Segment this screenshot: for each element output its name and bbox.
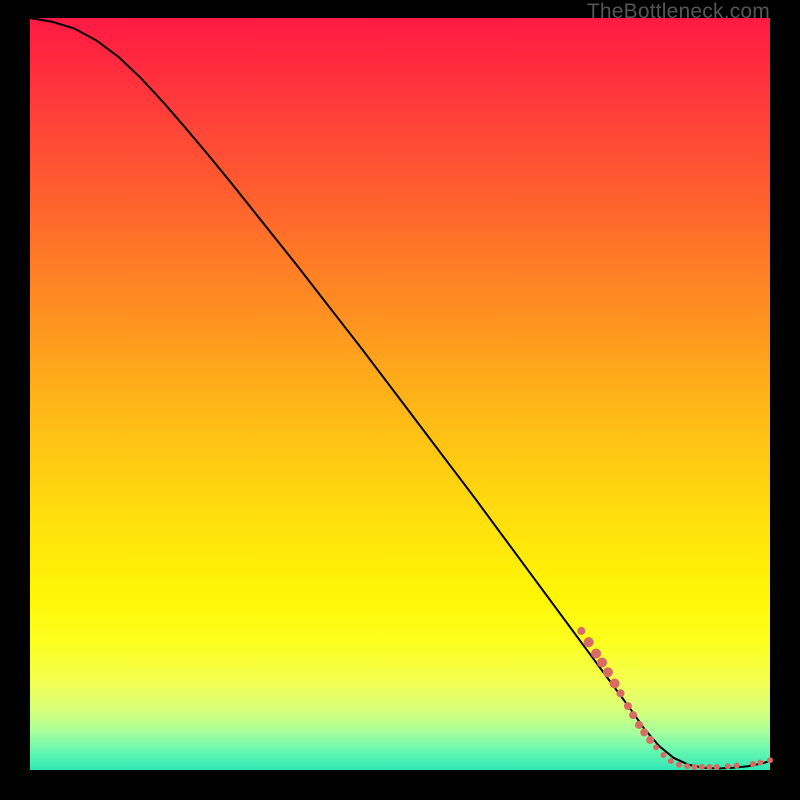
- data-dots-group: [577, 627, 773, 770]
- data-dot: [617, 689, 625, 697]
- chart-overlay: [30, 18, 770, 770]
- data-dot: [577, 627, 585, 635]
- data-dot: [584, 637, 594, 647]
- data-dot: [603, 667, 613, 677]
- data-dot: [706, 764, 712, 770]
- data-dot: [725, 763, 731, 769]
- data-dot: [591, 648, 601, 658]
- data-dot: [692, 764, 698, 770]
- data-dot: [597, 657, 607, 667]
- data-dot: [653, 744, 659, 750]
- data-dot: [629, 711, 637, 719]
- data-dot: [757, 759, 763, 765]
- data-dot: [676, 762, 682, 768]
- bottleneck-curve: [30, 18, 770, 769]
- data-dot: [646, 736, 654, 744]
- data-dot: [767, 757, 773, 763]
- chart-frame: TheBottleneck.com: [0, 0, 800, 800]
- data-dot: [610, 679, 620, 689]
- data-dot: [624, 702, 632, 710]
- data-dot: [668, 758, 674, 764]
- data-dot: [660, 752, 666, 758]
- data-dot: [750, 761, 756, 767]
- data-dot: [640, 728, 648, 736]
- data-dot: [734, 762, 740, 768]
- data-dot: [714, 764, 720, 770]
- data-dot: [635, 721, 643, 729]
- data-dot: [699, 764, 705, 770]
- data-dot: [684, 763, 690, 769]
